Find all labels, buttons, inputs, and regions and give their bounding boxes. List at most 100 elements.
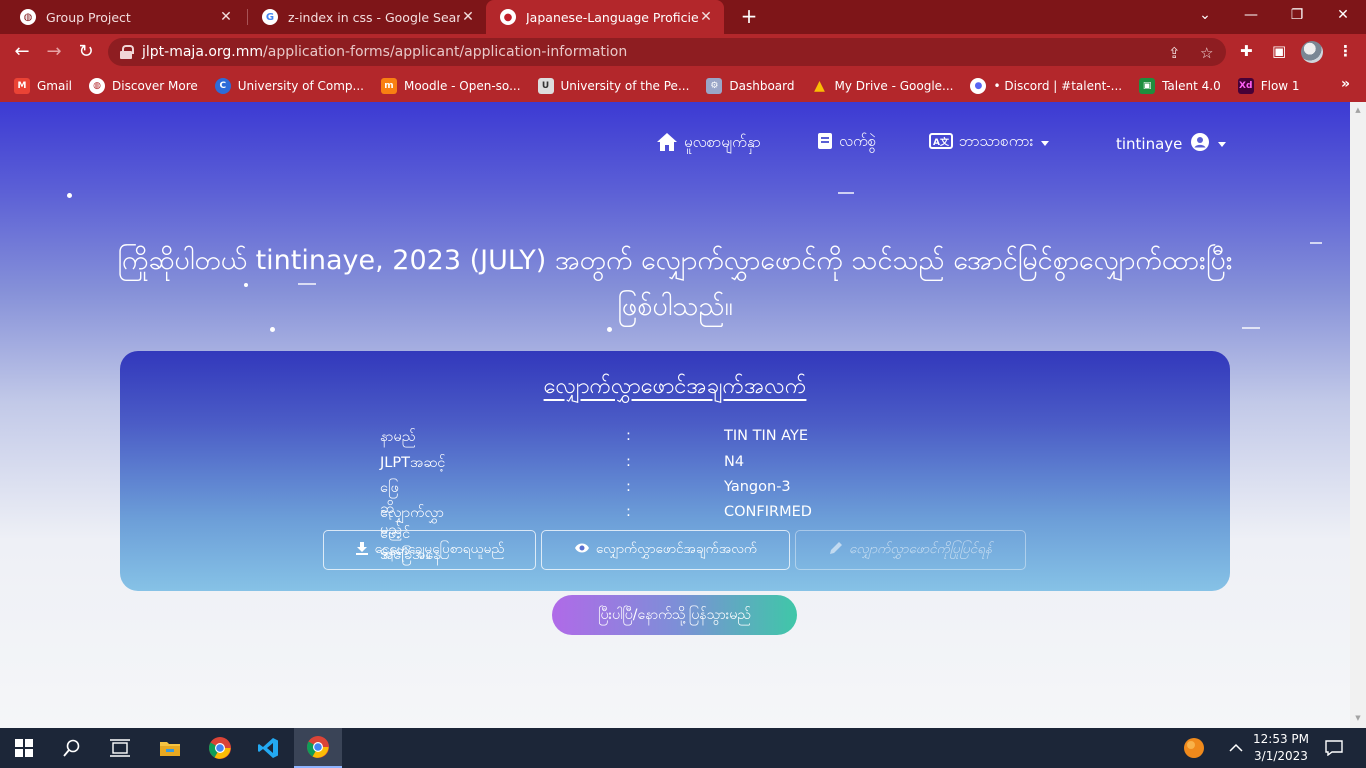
- file-explorer-icon[interactable]: [146, 728, 194, 768]
- bookmark-discord[interactable]: ● • Discord | #talent-...: [970, 78, 1122, 94]
- info-label: JLPTအဆင့်: [380, 455, 446, 471]
- close-icon[interactable]: ✕: [460, 9, 476, 25]
- bookmark-gmail[interactable]: M Gmail: [14, 78, 72, 94]
- close-icon[interactable]: ✕: [698, 9, 714, 25]
- notification-icon[interactable]: [1310, 728, 1358, 768]
- info-separator: :: [626, 479, 631, 495]
- classroom-icon: ▣: [1139, 78, 1156, 94]
- bookmark-talent[interactable]: ▣ Talent 4.0: [1139, 78, 1221, 94]
- svg-text:A文: A文: [933, 136, 950, 148]
- nav-home[interactable]: မူလစာမျက်နှာ: [656, 132, 761, 156]
- tab-strip: ◍ Group Project ✕ G z-index in css - Goo…: [0, 0, 1366, 34]
- status-value: CONFIRMED: [724, 504, 812, 520]
- download-icon: [355, 541, 369, 559]
- search-icon[interactable]: [48, 728, 96, 768]
- download-receipt-button[interactable]: ငွေပေးချေမှုပြေစာရယူမည်: [323, 530, 536, 570]
- info-value: TIN TIN AYE: [724, 428, 808, 444]
- language-icon: A文: [929, 133, 953, 153]
- minimize-icon[interactable]: —: [1228, 0, 1274, 34]
- bookmark-label: University of the Pe...: [560, 79, 690, 93]
- nav-language-dropdown[interactable]: A文 ဘာသာစကား: [929, 132, 1050, 154]
- button-label: ငွေပေးချေမှုပြေစာရယူမည်: [374, 541, 505, 557]
- side-panel-icon[interactable]: ▣: [1272, 42, 1286, 60]
- tab-group-project[interactable]: ◍ Group Project ✕: [6, 0, 244, 34]
- close-icon[interactable]: ✕: [218, 9, 234, 25]
- restore-icon[interactable]: ❐: [1274, 0, 1320, 34]
- clock-date: 3/1/2023: [1254, 749, 1308, 763]
- page-scrollbar[interactable]: ▲ ▼: [1350, 102, 1366, 728]
- nav-manual[interactable]: လက်စွဲ: [817, 132, 876, 154]
- eye-icon: [574, 542, 590, 558]
- tab-title: Group Project: [46, 9, 131, 25]
- nav-username: tintinaye: [1116, 135, 1183, 153]
- xd-icon: Xd: [1237, 78, 1254, 94]
- info-separator: :: [626, 428, 631, 444]
- forward-icon[interactable]: →: [41, 39, 67, 65]
- bookmark-moodle[interactable]: m Moodle - Open-so...: [380, 78, 521, 94]
- share-icon[interactable]: ⇪: [1168, 44, 1181, 62]
- bookmark-flow[interactable]: Xd Flow 1: [1237, 78, 1300, 94]
- c-icon: C: [214, 78, 231, 94]
- nav-user-dropdown[interactable]: tintinaye: [1116, 132, 1227, 156]
- edit-application-button[interactable]: လျှောက်လွှာဖောင်ကိုပြုပြင်ရန်: [795, 530, 1026, 570]
- bookmark-label: Flow 1: [1260, 79, 1300, 93]
- bookmark-discover-more[interactable]: ◍ Discover More: [89, 78, 198, 94]
- application-info-card: လျှောက်လွှာဖောင်အချက်အလက် နာမည် : TIN TI…: [120, 351, 1230, 591]
- more-bookmarks-icon[interactable]: »: [1341, 76, 1350, 92]
- lock-icon: [120, 45, 134, 59]
- menu-icon[interactable]: ⋮: [1338, 42, 1353, 60]
- bookmark-star-icon[interactable]: ☆: [1200, 44, 1213, 62]
- browser-toolbar: ← → ↻ jlpt-maja.org.mm/application-forms…: [0, 34, 1366, 70]
- tab-google-search[interactable]: G z-index in css - Google Search ✕: [248, 0, 486, 34]
- info-value: Yangon-3: [724, 479, 791, 495]
- bookmark-google-drive[interactable]: ▲ My Drive - Google...: [812, 78, 953, 94]
- info-value: N4: [724, 454, 745, 470]
- clock-time: 12:53 PM: [1253, 732, 1309, 746]
- chrome-icon[interactable]: [196, 728, 244, 768]
- nav-manual-label: လက်စွဲ: [839, 132, 877, 150]
- welcome-headline: ကြိုဆိုပါတယ် tintinaye, 2023 (JULY) အတွက…: [117, 245, 1233, 322]
- tab-search-icon[interactable]: ⌄: [1182, 0, 1228, 34]
- system-clock[interactable]: 12:53 PM 3/1/2023: [1246, 731, 1316, 765]
- pencil-icon: [829, 541, 843, 559]
- home-icon: [656, 132, 678, 156]
- dash-decoration: [1310, 242, 1322, 244]
- bookmark-university-comp[interactable]: C University of Comp...: [214, 78, 364, 94]
- chevron-down-icon: [1218, 141, 1227, 147]
- bookmark-label: Dashboard: [729, 79, 795, 93]
- vscode-icon[interactable]: [244, 728, 292, 768]
- tab-jlpt[interactable]: ● Japanese-Language Proficiency Test ✕: [486, 0, 724, 34]
- page-content: မူလစာမျက်နှာ လက်စွဲ A文 ဘာသာစကား tintinay…: [0, 102, 1350, 728]
- bookmark-university-people[interactable]: U University of the Pe...: [537, 78, 690, 94]
- scroll-down-icon[interactable]: ▼: [1354, 714, 1362, 722]
- google-icon: G: [262, 9, 278, 25]
- chrome-active-icon[interactable]: [294, 728, 342, 768]
- back-icon[interactable]: ←: [9, 39, 35, 65]
- dash-decoration: [838, 192, 854, 194]
- weather-icon[interactable]: [1170, 728, 1218, 768]
- bookmark-label: • Discord | #talent-...: [993, 79, 1123, 93]
- discord-icon: ●: [970, 78, 987, 94]
- windows-start-icon[interactable]: [0, 728, 48, 768]
- button-label: လျှောက်လွှာဖောင်ကိုပြုပြင်ရန်: [848, 541, 993, 557]
- user-avatar-icon: [1190, 132, 1210, 156]
- scroll-up-icon[interactable]: ▲: [1354, 106, 1362, 114]
- bookmark-dashboard[interactable]: ⚙ Dashboard: [706, 78, 795, 94]
- view-application-button[interactable]: လျှောက်လွှာဖောင်အချက်အလက်: [541, 530, 790, 570]
- extensions-icon[interactable]: ✚: [1240, 42, 1253, 60]
- finish-back-button[interactable]: ပြီးပါပြီ/နောက်သို့ပြန်သွားမည်: [552, 595, 797, 635]
- new-tab-button[interactable]: +: [737, 4, 761, 28]
- address-bar[interactable]: jlpt-maja.org.mm/application-forms/appli…: [108, 38, 1226, 66]
- close-window-icon[interactable]: ✕: [1320, 0, 1366, 34]
- dash-decoration: [1242, 327, 1260, 329]
- reload-icon[interactable]: ↻: [73, 39, 99, 65]
- task-view-icon[interactable]: [96, 728, 144, 768]
- moodle-icon: m: [380, 78, 397, 94]
- button-label: လျှောက်လွှာဖောင်အချက်အလက်: [595, 541, 758, 557]
- nav-home-label: မူလစာမျက်နှာ: [684, 133, 761, 151]
- gmail-icon: M: [14, 78, 30, 94]
- bookmark-label: Discover More: [112, 79, 198, 93]
- windows-taskbar: 12:53 PM 3/1/2023: [0, 728, 1366, 768]
- profile-avatar[interactable]: [1301, 41, 1323, 63]
- tab-title: Japanese-Language Proficiency Test: [526, 9, 698, 25]
